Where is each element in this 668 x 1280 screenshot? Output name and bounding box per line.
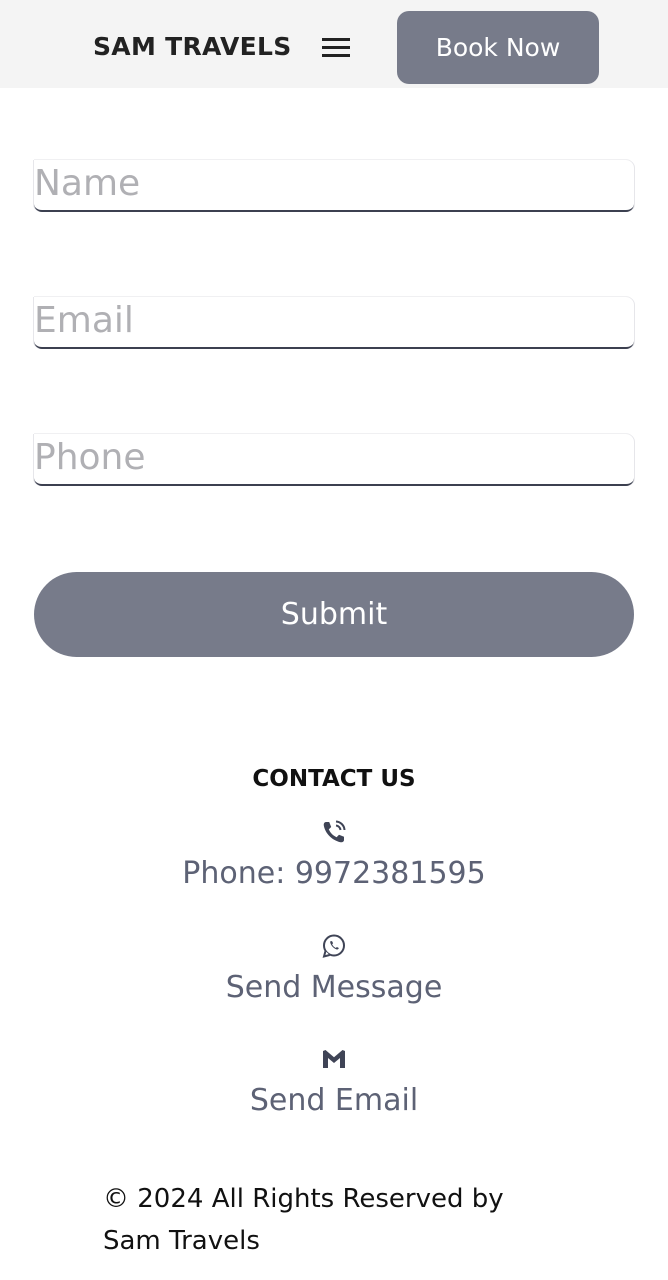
contact-phone-link[interactable]: Phone: 9972381595 xyxy=(0,818,668,891)
copyright-line-2: Sam Travels xyxy=(103,1226,260,1256)
contact-heading: CONTACT US xyxy=(252,766,416,792)
whatsapp-icon xyxy=(322,934,345,958)
menu-button[interactable] xyxy=(316,30,356,66)
contact-message-label: Send Message xyxy=(225,970,443,1005)
contact-message-link[interactable]: Send Message xyxy=(0,932,668,1005)
copyright-line-1: © 2024 All Rights Reserved by xyxy=(103,1184,504,1214)
phone-icon xyxy=(323,820,346,843)
contact-phone-label: Phone: 9972381595 xyxy=(182,856,486,891)
phone-field[interactable] xyxy=(34,434,634,486)
name-field[interactable] xyxy=(34,160,634,212)
hamburger-icon xyxy=(322,38,350,57)
book-now-button[interactable]: Book Now xyxy=(397,11,599,84)
submit-button[interactable]: Submit xyxy=(34,572,634,657)
copyright-text: © 2024 All Rights Reserved by Sam Travel… xyxy=(103,1178,543,1262)
contact-email-link[interactable]: Send Email xyxy=(0,1045,668,1118)
contact-email-label: Send Email xyxy=(249,1083,419,1118)
email-field[interactable] xyxy=(34,297,634,349)
site-header: SAM TRAVELS Book Now xyxy=(0,0,668,88)
gmail-icon xyxy=(323,1050,345,1068)
brand-logo-text[interactable]: SAM TRAVELS xyxy=(93,30,292,64)
